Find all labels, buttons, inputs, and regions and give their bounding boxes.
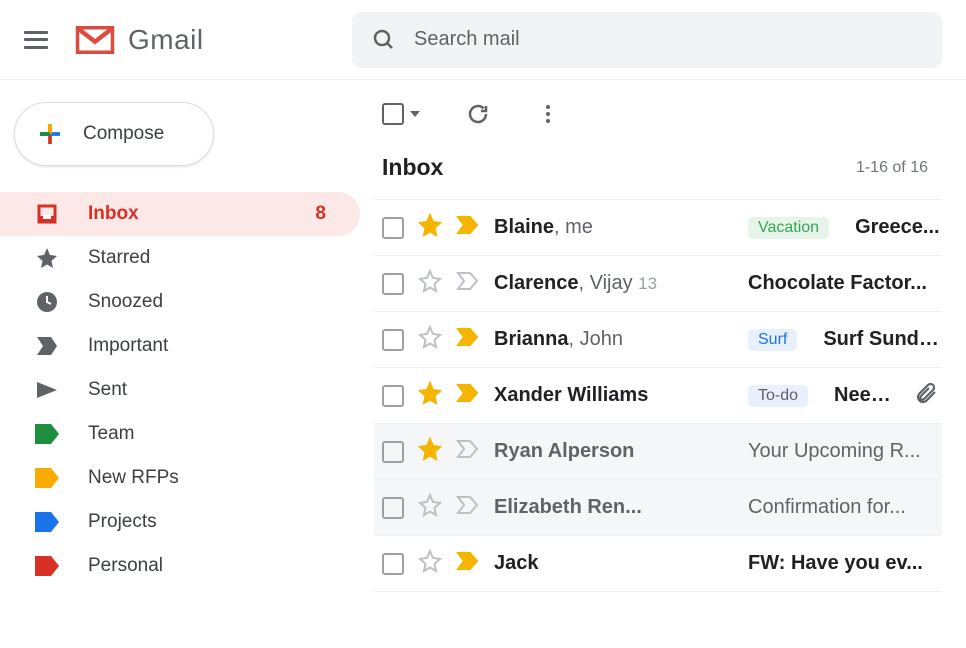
email-subject: Surf Sunda...: [823, 328, 942, 351]
gmail-logo[interactable]: Gmail: [74, 24, 204, 56]
importance-icon[interactable]: [456, 325, 480, 354]
row-checkbox[interactable]: [382, 385, 404, 407]
compose-label: Compose: [83, 123, 164, 145]
sidebar-item-label: Projects: [88, 511, 157, 533]
sidebar-item-label: Starred: [88, 247, 150, 269]
sidebar-item-label: Personal: [88, 555, 163, 577]
star-icon[interactable]: [418, 213, 442, 242]
importance-icon[interactable]: [456, 381, 480, 410]
email-subject: Need...: [834, 384, 892, 407]
row-checkbox[interactable]: [382, 441, 404, 463]
pagination-count: 1-16 of 16: [856, 159, 928, 177]
email-label: Vacation: [748, 217, 829, 239]
section-title: Inbox: [382, 154, 443, 181]
compose-button[interactable]: Compose: [14, 102, 214, 166]
sidebar-item-new-rfps[interactable]: New RFPs: [0, 456, 360, 500]
star-icon[interactable]: [418, 269, 442, 298]
email-subject: Greece...: [855, 216, 942, 239]
team-icon: [34, 421, 60, 447]
select-all-checkbox[interactable]: [382, 103, 404, 125]
main-menu-button[interactable]: [24, 28, 48, 52]
sidebar-item-label: Inbox: [88, 203, 139, 225]
sent-icon: [34, 377, 60, 403]
refresh-button[interactable]: [466, 102, 490, 126]
row-checkbox[interactable]: [382, 217, 404, 239]
email-sender: Ryan Alperson: [494, 440, 734, 463]
row-checkbox[interactable]: [382, 497, 404, 519]
email-subject: Chocolate Factor...: [748, 272, 942, 295]
email-label: Surf: [748, 329, 797, 351]
projects-icon: [34, 509, 60, 535]
sidebar-item-team[interactable]: Team: [0, 412, 360, 456]
unread-badge: 8: [315, 203, 326, 225]
sidebar-item-personal[interactable]: Personal: [0, 544, 360, 588]
importance-icon[interactable]: [456, 269, 480, 298]
toolbar: [374, 80, 942, 148]
sidebar-item-label: Snoozed: [88, 291, 163, 313]
star-icon[interactable]: [418, 549, 442, 578]
search-icon: [372, 28, 396, 52]
sidebar-item-projects[interactable]: Projects: [0, 500, 360, 544]
body: Compose Inbox 8 Starred Snoozed Importan…: [0, 80, 966, 648]
row-checkbox[interactable]: [382, 329, 404, 351]
search-placeholder: Search mail: [414, 28, 520, 51]
email-sender: Clarence, Vijay 13: [494, 272, 734, 295]
email-subject: Confirmation for...: [748, 496, 942, 519]
star-icon[interactable]: [418, 325, 442, 354]
email-sender: Blaine, me: [494, 216, 734, 239]
snoozed-icon: [34, 289, 60, 315]
email-sender: Xander Williams: [494, 384, 734, 407]
email-row[interactable]: Clarence, Vijay 13 Chocolate Factor...: [374, 256, 942, 312]
starred-icon: [34, 245, 60, 271]
row-checkbox[interactable]: [382, 553, 404, 575]
search-bar[interactable]: Search mail: [352, 12, 942, 68]
star-icon[interactable]: [418, 437, 442, 466]
row-checkbox[interactable]: [382, 273, 404, 295]
email-subject: Your Upcoming R...: [748, 440, 942, 463]
header: Gmail Search mail: [0, 0, 966, 80]
email-sender: Brianna, John: [494, 328, 734, 351]
sidebar-item-label: Important: [88, 335, 168, 357]
plus-icon: [35, 119, 65, 149]
attachment-icon: [906, 381, 942, 410]
sidebar-item-sent[interactable]: Sent: [0, 368, 360, 412]
star-icon[interactable]: [418, 381, 442, 410]
sidebar-nav: Inbox 8 Starred Snoozed Important Sent T…: [0, 192, 360, 588]
email-list: Blaine, me Vacation Greece... Clarence, …: [374, 199, 942, 592]
email-row[interactable]: Blaine, me Vacation Greece...: [374, 200, 942, 256]
email-label: To-do: [748, 385, 808, 407]
sidebar: Compose Inbox 8 Starred Snoozed Importan…: [0, 80, 360, 648]
email-row[interactable]: Ryan Alperson Your Upcoming R...: [374, 424, 942, 480]
section-header: Inbox 1-16 of 16: [374, 148, 942, 199]
inbox-icon: [34, 201, 60, 227]
sidebar-item-label: Sent: [88, 379, 127, 401]
select-all[interactable]: [382, 103, 420, 125]
email-row[interactable]: Elizabeth Ren... Confirmation for...: [374, 480, 942, 536]
important-icon: [34, 333, 60, 359]
email-subject: FW: Have you ev...: [748, 552, 942, 575]
email-sender: Elizabeth Ren...: [494, 496, 734, 519]
email-row[interactable]: Brianna, John Surf Surf Sunda...: [374, 312, 942, 368]
new-rfps-icon: [34, 465, 60, 491]
importance-icon[interactable]: [456, 549, 480, 578]
sidebar-item-important[interactable]: Important: [0, 324, 360, 368]
more-button[interactable]: [536, 102, 560, 126]
importance-icon[interactable]: [456, 213, 480, 242]
personal-icon: [34, 553, 60, 579]
chevron-down-icon[interactable]: [410, 111, 420, 117]
email-row[interactable]: Xander Williams To-do Need...: [374, 368, 942, 424]
sidebar-item-label: New RFPs: [88, 467, 179, 489]
importance-icon[interactable]: [456, 437, 480, 466]
gmail-icon: [74, 24, 116, 56]
main-pane: Inbox 1-16 of 16 Blaine, me Vacation Gre…: [360, 80, 966, 648]
sidebar-item-starred[interactable]: Starred: [0, 236, 360, 280]
sidebar-item-inbox[interactable]: Inbox 8: [0, 192, 360, 236]
importance-icon[interactable]: [456, 493, 480, 522]
email-sender: Jack: [494, 552, 734, 575]
sidebar-item-label: Team: [88, 423, 134, 445]
sidebar-item-snoozed[interactable]: Snoozed: [0, 280, 360, 324]
email-row[interactable]: Jack FW: Have you ev...: [374, 536, 942, 592]
app-name: Gmail: [128, 24, 204, 56]
star-icon[interactable]: [418, 493, 442, 522]
